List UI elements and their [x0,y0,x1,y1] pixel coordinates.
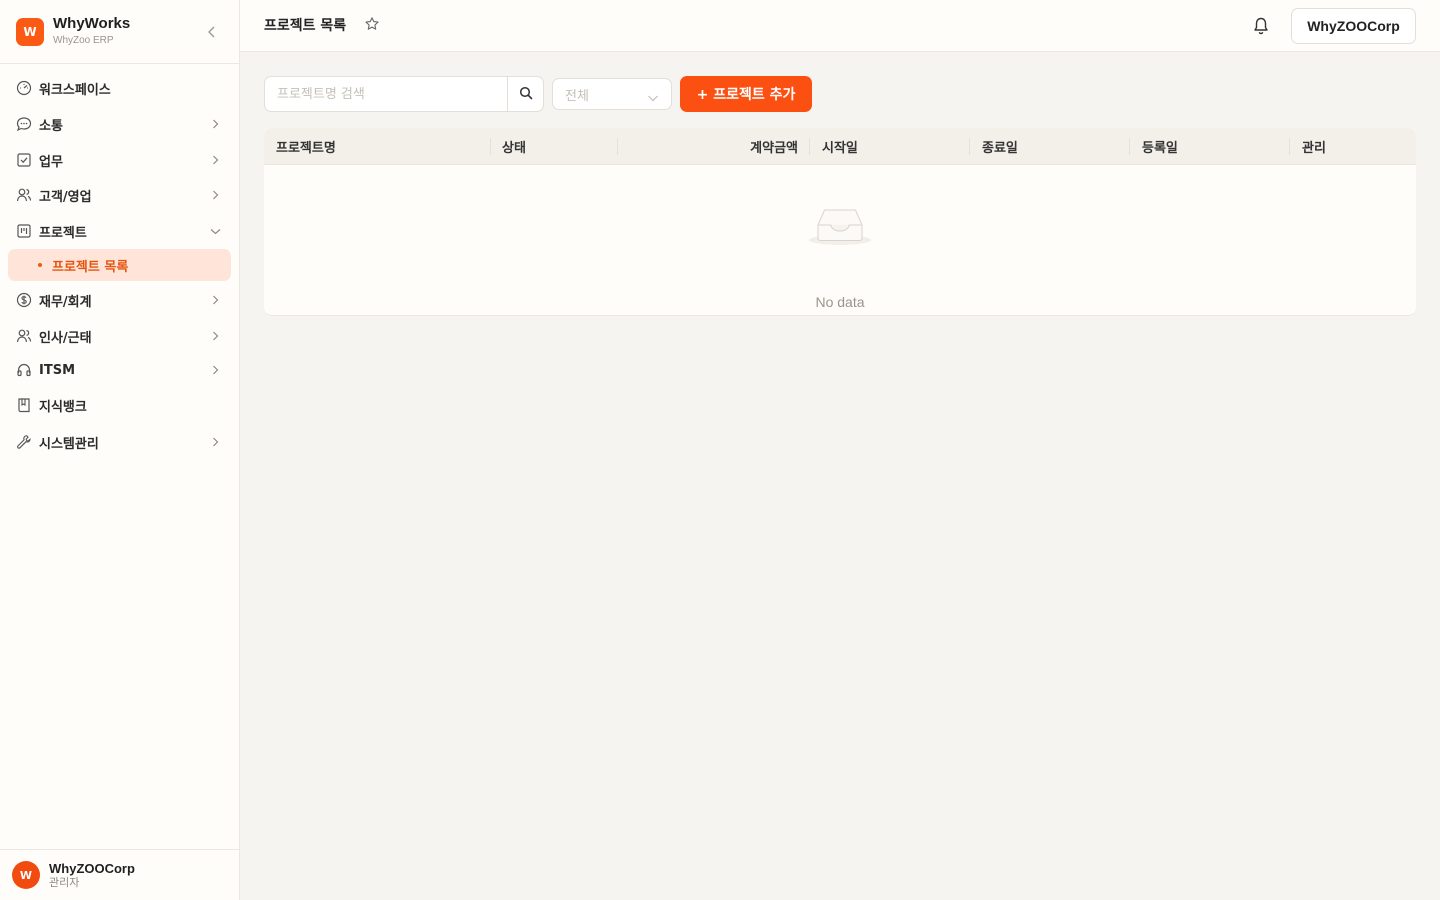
search-box [264,76,544,112]
sidebar-item-tasks[interactable]: 업무 [8,144,231,176]
sidebar-item-label: 시스템관리 [39,436,99,452]
status-filter-value: 전체 [565,88,589,104]
chevron-down-icon [209,224,221,238]
chevron-right-icon [209,293,221,307]
table-header: 프로젝트명 상태 계약금액 시작일 종료일 등록일 관리 [264,128,1416,165]
brand-subtitle: WhyZoo ERP [53,35,114,46]
wrench-icon [16,434,32,450]
brand-header: W WhyWorks WhyZoo ERP [0,0,239,64]
avatar: W [12,861,40,889]
star-icon[interactable] [364,16,380,32]
brand-name: WhyWorks [53,15,131,32]
checkbox-icon [16,152,32,168]
top-header: 프로젝트 목록 WhyZOOCorp [240,0,1440,52]
sidebar-item-system-admin[interactable]: 시스템관리 [8,426,231,458]
column-divider [809,138,810,155]
chevron-right-icon [209,188,221,202]
chat-icon [16,116,32,132]
column-divider [1289,138,1290,155]
dollar-icon [16,292,32,308]
column-header-registered-date[interactable]: 등록일 [1142,128,1178,165]
headset-icon [16,362,32,378]
chevron-right-icon [209,329,221,343]
sidebar-item-label: ITSM [39,362,76,378]
users-icon [16,328,32,344]
chevron-right-icon [209,117,221,131]
sidebar-subitem-project-list[interactable]: 프로젝트 목록 [8,249,231,281]
column-header-actions: 관리 [1302,141,1326,156]
users-icon [16,187,32,203]
active-dot [38,263,42,267]
column-header-end-date[interactable]: 종료일 [982,128,1018,165]
column-header-status[interactable]: 상태 [502,128,526,165]
sidebar-item-label: 워크스페이스 [39,82,111,98]
search-input[interactable] [265,77,507,111]
user-name: WhyZOOCorp [49,860,135,876]
sidebar-item-label: 재무/회계 [39,294,92,310]
chevron-right-icon [209,153,221,167]
column-divider [1129,138,1130,155]
sidebar-item-label: 지식뱅크 [39,399,87,415]
chevron-right-icon [209,435,221,449]
bell-icon[interactable] [1252,16,1270,36]
empty-state: No data [264,165,1416,315]
sidebar-item-workspace[interactable]: 워크스페이스 [8,72,231,104]
projects-table: 프로젝트명 상태 계약금액 시작일 종료일 등록일 관리 No data [264,128,1416,316]
sidebar-item-label: 인사/근태 [39,330,92,346]
sidebar-item-label: 소통 [39,118,63,134]
user-profile[interactable]: W WhyZOOCorp 관리자 [0,849,239,900]
sidebar-item-label: 고객/영업 [39,189,92,205]
sidebar-item-customers[interactable]: 고객/영업 [8,179,231,211]
search-button[interactable] [507,77,543,111]
chevron-down-icon [647,89,659,102]
empty-text: No data [815,294,865,310]
sidebar-item-knowledge-bank[interactable]: 지식뱅크 [8,389,231,421]
brand-logo: W [16,17,44,46]
column-header-contract-amount[interactable]: 계약금액 [618,128,798,165]
column-header-name[interactable]: 프로젝트명 [276,128,336,165]
empty-inbox-icon [808,205,872,247]
dashboard-icon [16,80,32,96]
sidebar-item-finance[interactable]: 재무/회계 [8,284,231,316]
sidebar-item-hr[interactable]: 인사/근태 [8,320,231,352]
sidebar-item-label: 프로젝트 [39,225,87,241]
collapse-sidebar-icon[interactable] [205,24,219,40]
sidebar-subitem-label: 프로젝트 목록 [52,259,129,275]
search-icon [519,85,533,104]
sidebar-item-itsm[interactable]: ITSM [8,354,231,386]
sidebar-item-label: 업무 [39,154,63,170]
sidebar-item-communication[interactable]: 소통 [8,108,231,140]
status-filter-select[interactable]: 전체 [552,78,672,110]
kanban-icon [16,223,32,239]
column-header-start-date[interactable]: 시작일 [822,128,858,165]
company-switcher-button[interactable]: WhyZOOCorp [1291,8,1416,44]
chevron-right-icon [209,363,221,377]
book-icon [16,397,32,413]
column-divider [969,138,970,155]
sidebar: W WhyWorks WhyZoo ERP 워크스페이스 소통 업무 고객/영업… [0,0,240,900]
user-role: 관리자 [49,875,80,889]
page-title: 프로젝트 목록 [264,18,347,34]
add-project-button[interactable]: + 프로젝트 추가 [680,76,812,112]
column-divider [490,138,491,155]
sidebar-item-projects[interactable]: 프로젝트 [8,215,231,247]
